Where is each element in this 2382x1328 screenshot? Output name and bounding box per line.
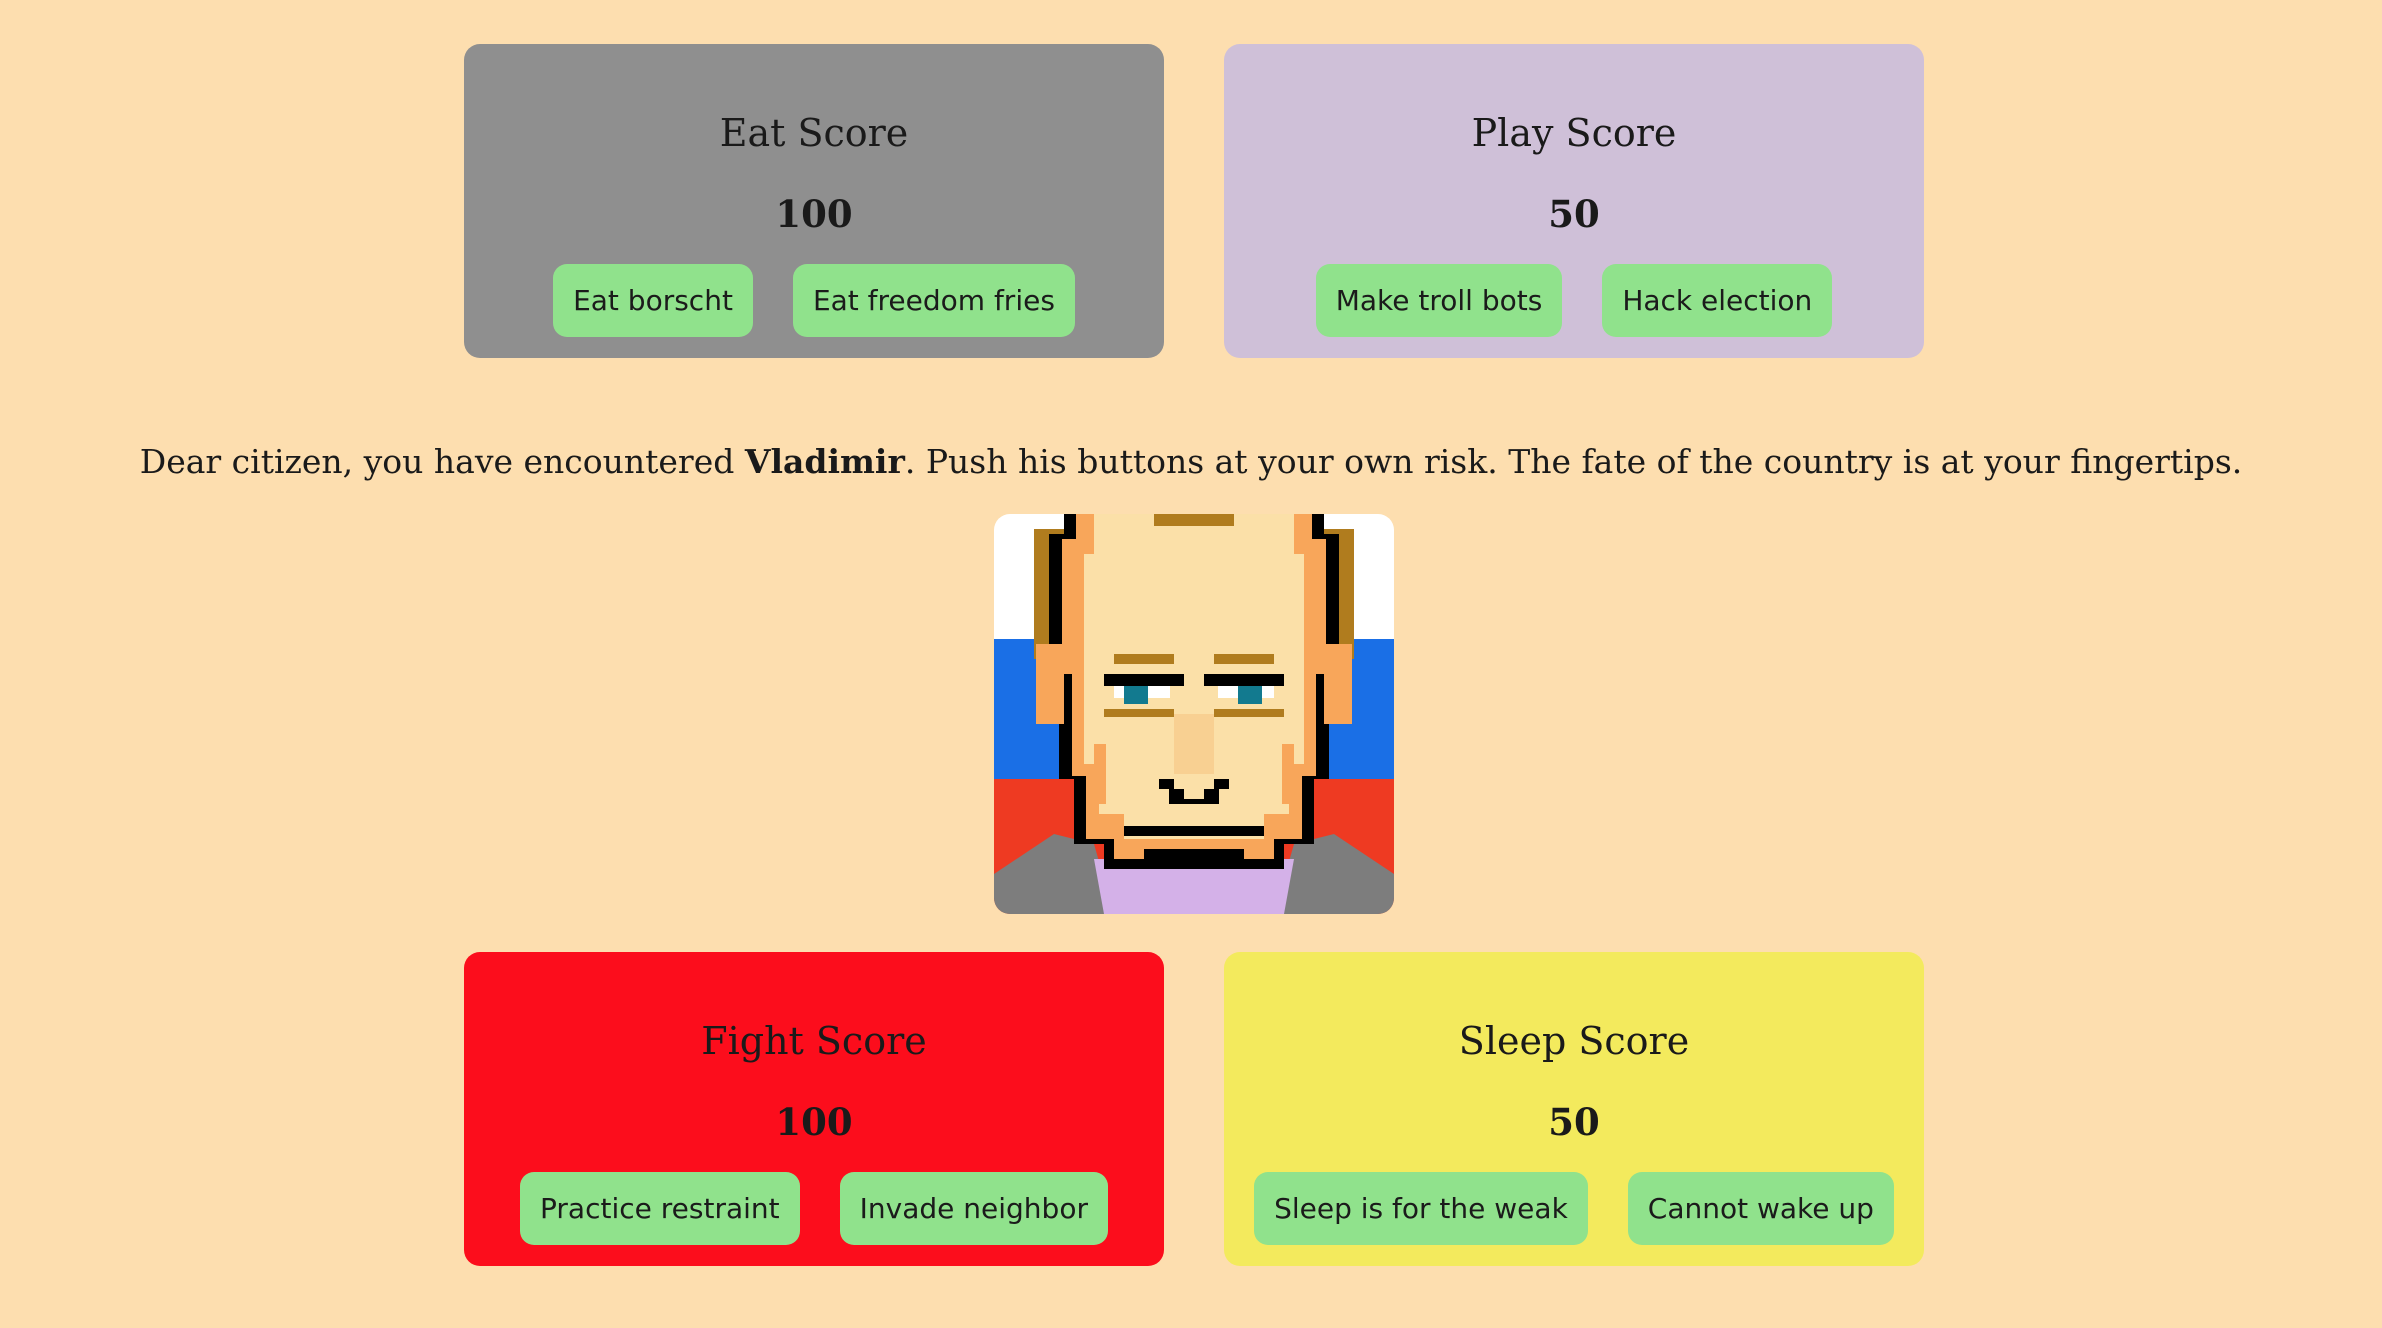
- eat-freedom-fries-button[interactable]: Eat freedom fries: [792, 264, 1075, 337]
- ear-left: [1036, 644, 1064, 724]
- sleep-button-group: Sleep is for the weak Cannot wake up: [1224, 1172, 1924, 1245]
- intro-text: Dear citizen, you have encountered Vladi…: [0, 442, 2382, 482]
- eye-iris-left: [1124, 686, 1148, 704]
- cannot-wake-up-button[interactable]: Cannot wake up: [1627, 1172, 1894, 1245]
- play-score-card: Play Score 50 Make troll bots Hack elect…: [1224, 44, 1924, 358]
- ear-right: [1324, 644, 1352, 724]
- eyebrow-right: [1214, 654, 1274, 664]
- eyelid-right: [1204, 674, 1284, 686]
- intro-text-start: Dear citizen, you have encountered: [139, 442, 745, 481]
- fight-score-card: Fight Score 100 Practice restraint Invad…: [464, 952, 1164, 1266]
- hairline-top: [1154, 514, 1234, 526]
- eat-borscht-button[interactable]: Eat borscht: [553, 264, 753, 337]
- play-button-group: Make troll bots Hack election: [1224, 264, 1924, 337]
- eyebrow-left: [1114, 654, 1174, 664]
- chin-line: [1144, 849, 1244, 859]
- eye-bag-left: [1104, 709, 1174, 717]
- intro-text-end: . Push his buttons at your own risk. The…: [904, 442, 2243, 481]
- sleep-score-value: 50: [1548, 1100, 1600, 1144]
- hack-election-button[interactable]: Hack election: [1602, 264, 1833, 337]
- eye-bag-right: [1214, 709, 1284, 717]
- eat-score-title: Eat Score: [719, 111, 909, 155]
- cheek-right: [1282, 744, 1294, 804]
- character-name: Vladimir: [744, 442, 905, 481]
- practice-restraint-button[interactable]: Practice restraint: [520, 1172, 800, 1245]
- fight-score-title: Fight Score: [701, 1019, 927, 1063]
- eat-score-card: Eat Score 100 Eat borscht Eat freedom fr…: [464, 44, 1164, 358]
- pixel-portrait-icon: [994, 514, 1394, 914]
- play-score-title: Play Score: [1471, 111, 1677, 155]
- mouth: [1124, 826, 1264, 836]
- sleep-score-card: Sleep Score 50 Sleep is for the weak Can…: [1224, 952, 1924, 1266]
- cheek-left: [1094, 744, 1106, 804]
- eat-button-group: Eat borscht Eat freedom fries: [464, 264, 1164, 337]
- eyelid-left: [1104, 674, 1184, 686]
- fight-button-group: Practice restraint Invade neighbor: [464, 1172, 1164, 1245]
- make-troll-bots-button[interactable]: Make troll bots: [1315, 264, 1563, 337]
- invade-neighbor-button[interactable]: Invade neighbor: [839, 1172, 1108, 1245]
- eat-score-value: 100: [775, 192, 853, 236]
- fight-score-value: 100: [775, 1100, 853, 1144]
- character-portrait[interactable]: [994, 514, 1394, 914]
- sleep-score-title: Sleep Score: [1458, 1019, 1690, 1063]
- play-score-value: 50: [1548, 192, 1600, 236]
- eye-iris-right: [1238, 686, 1262, 704]
- nose-bridge: [1174, 714, 1214, 774]
- sleep-is-for-the-weak-button[interactable]: Sleep is for the weak: [1254, 1172, 1588, 1245]
